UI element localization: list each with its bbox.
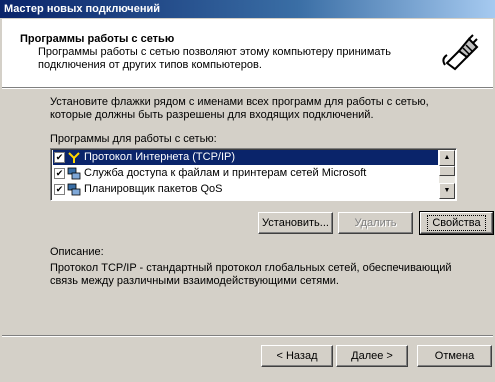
checkbox[interactable]: ✔ bbox=[54, 152, 65, 163]
checkbox[interactable]: ✔ bbox=[54, 168, 65, 179]
checkbox[interactable]: ✔ bbox=[54, 184, 65, 195]
list-item[interactable]: ✔ Служба доступа к файлам и принтерам се… bbox=[53, 166, 438, 181]
network-service-icon bbox=[67, 183, 81, 196]
intro-text: Установите флажки рядом с именами всех п… bbox=[50, 96, 429, 121]
header-divider bbox=[2, 88, 493, 89]
install-button[interactable]: Установить... bbox=[258, 212, 333, 234]
programs-list-label: Программы для работы с сетью: bbox=[50, 133, 217, 145]
properties-button-label: Свойства bbox=[427, 215, 486, 231]
title-bar[interactable]: Мастер новых подключений bbox=[0, 0, 495, 18]
list-item-label: Служба доступа к файлам и принтерам сете… bbox=[84, 167, 367, 179]
next-button[interactable]: Далее > bbox=[336, 345, 408, 367]
scroll-down-icon[interactable]: ▼ bbox=[439, 183, 455, 199]
back-button[interactable]: < Назад bbox=[261, 345, 333, 367]
scroll-up-icon[interactable]: ▲ bbox=[439, 150, 455, 166]
header-description: Программы работы с сетью позволяют этому… bbox=[38, 46, 392, 71]
wizard-header: Программы работы с сетью Программы работ… bbox=[2, 19, 493, 88]
description-text: Протокол TCP/IP - стандартный протокол г… bbox=[50, 262, 452, 287]
scroll-thumb[interactable] bbox=[439, 166, 455, 176]
network-cable-plug-icon bbox=[440, 30, 482, 72]
description-label: Описание: bbox=[50, 246, 104, 258]
list-item-label: Планировщик пакетов QoS bbox=[84, 183, 223, 195]
cancel-button[interactable]: Отмена bbox=[417, 345, 492, 367]
list-item-label: Протокол Интернета (TCP/IP) bbox=[84, 151, 236, 163]
protocol-icon bbox=[68, 152, 80, 163]
network-service-icon bbox=[67, 167, 81, 180]
list-scrollbar[interactable]: ▲ ▼ bbox=[439, 150, 455, 199]
remove-button[interactable]: Удалить bbox=[338, 212, 413, 234]
header-title: Программы работы с сетью bbox=[20, 33, 175, 45]
properties-button[interactable]: Свойства bbox=[419, 211, 494, 235]
list-item[interactable]: ✔ Протокол Интернета (TCP/IP) bbox=[53, 150, 438, 165]
footer-divider bbox=[2, 335, 493, 337]
list-item[interactable]: ✔ Планировщик пакетов QoS bbox=[53, 182, 438, 197]
network-programs-list[interactable]: ✔ Протокол Интернета (TCP/IP) ✔ Служба д… bbox=[50, 148, 457, 201]
wizard-window: Мастер новых подключений Программы работ… bbox=[0, 0, 495, 382]
